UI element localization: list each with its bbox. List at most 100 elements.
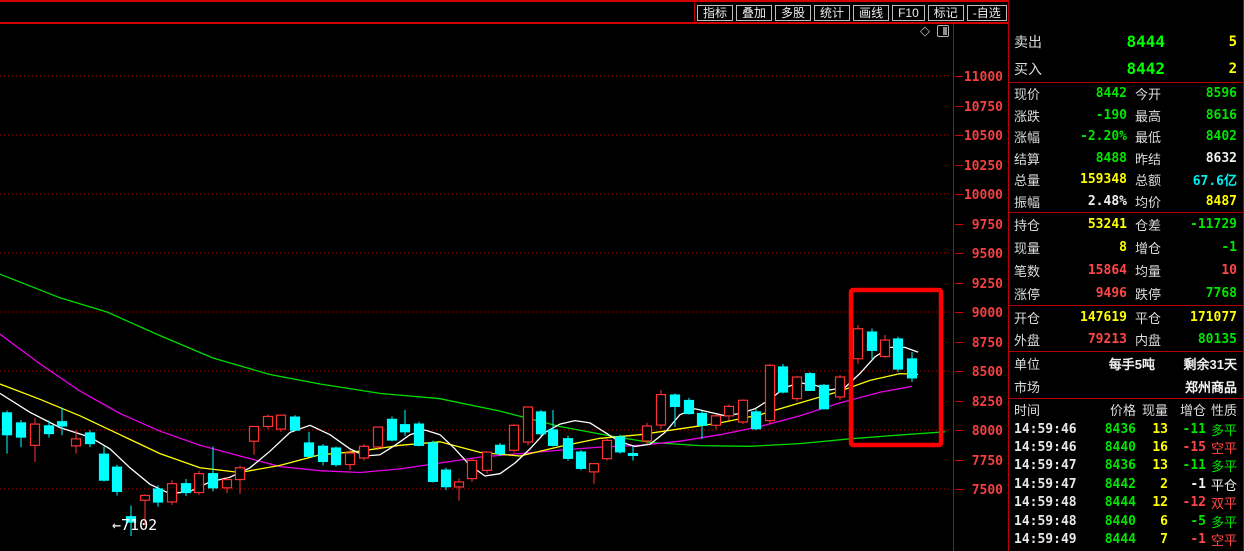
tick-row: 14:59:4784422-1平仓 bbox=[1009, 475, 1243, 493]
axis-tick bbox=[955, 76, 963, 77]
toolbar-button-画线[interactable]: 画线 bbox=[853, 5, 889, 21]
sell-row-qty: 5 bbox=[1165, 34, 1237, 50]
quote-value: 9496 bbox=[1061, 286, 1127, 301]
candle-body bbox=[17, 423, 26, 437]
candle-body bbox=[671, 395, 680, 406]
axis-tick bbox=[955, 312, 963, 313]
candle-body bbox=[360, 446, 369, 458]
candle-body bbox=[537, 412, 546, 434]
tick-oi-change: -1 bbox=[1168, 477, 1206, 492]
quote-row: 现量8增仓-1 bbox=[1009, 236, 1243, 259]
axis-tick bbox=[955, 430, 963, 431]
axis-label: 11000 bbox=[964, 71, 1003, 85]
candlestick-chart[interactable]: ←7102 ◇ bbox=[0, 24, 953, 551]
quote-value: 10 bbox=[1179, 263, 1237, 278]
toolbar-button-标记[interactable]: 标记 bbox=[928, 5, 964, 21]
axis-label: 8750 bbox=[972, 337, 1003, 351]
candle-body bbox=[195, 474, 204, 493]
candle-body bbox=[58, 422, 67, 426]
axis-tick bbox=[955, 253, 963, 254]
candle-body bbox=[429, 443, 438, 481]
quote-label: 振幅 bbox=[1014, 192, 1061, 211]
candle-body bbox=[698, 413, 707, 425]
buy-row[interactable]: 买入84422 bbox=[1009, 55, 1243, 82]
tick-time: 14:59:46 bbox=[1014, 422, 1084, 437]
quote-value: -190 bbox=[1061, 108, 1127, 123]
candle-body bbox=[291, 417, 300, 430]
tick-volume: 6 bbox=[1136, 514, 1168, 529]
quote-label: 现价 bbox=[1014, 84, 1061, 103]
tick-col-header: 性质 bbox=[1206, 400, 1237, 419]
candle-body bbox=[657, 395, 666, 425]
candle-body bbox=[908, 359, 917, 378]
axis-tick bbox=[955, 342, 963, 343]
quote-value: 8616 bbox=[1179, 108, 1237, 123]
buy-row-qty: 2 bbox=[1165, 61, 1237, 77]
quote-value: 53241 bbox=[1061, 217, 1127, 232]
axis-tick bbox=[955, 401, 963, 402]
tick-row: 14:59:47843613-11多平 bbox=[1009, 457, 1243, 475]
candle-body bbox=[86, 433, 95, 444]
toolbar-button-统计[interactable]: 统计 bbox=[814, 5, 850, 21]
quote-value: -1 bbox=[1179, 240, 1237, 255]
axis-label: 9500 bbox=[972, 248, 1003, 262]
candle-body bbox=[223, 480, 232, 488]
candle-body bbox=[629, 454, 638, 456]
quote-value: 159348 bbox=[1061, 172, 1127, 187]
quote-row: 外盘79213内盘80135 bbox=[1009, 329, 1243, 352]
tick-volume: 13 bbox=[1136, 458, 1168, 473]
chart-canvas[interactable]: ←7102 bbox=[0, 24, 953, 551]
quote-label: 增仓 bbox=[1127, 238, 1179, 257]
quote-section-positions: 持仓53241仓差-11729现量8增仓-1笔数15864均量10涨停9496跌… bbox=[1009, 213, 1243, 305]
candle-body bbox=[603, 440, 612, 458]
quote-value: 8487 bbox=[1179, 194, 1237, 209]
candle-body bbox=[836, 377, 845, 397]
quote-value: 147619 bbox=[1061, 310, 1127, 325]
quote-label: 均量 bbox=[1127, 261, 1179, 280]
axis-label: 9250 bbox=[972, 278, 1003, 292]
quote-label: 现量 bbox=[1014, 238, 1061, 257]
diamond-icon[interactable]: ◇ bbox=[920, 24, 930, 37]
tick-price: 8444 bbox=[1084, 495, 1136, 510]
toolbar-button-叠加[interactable]: 叠加 bbox=[736, 5, 772, 21]
candle-body bbox=[319, 446, 328, 461]
toolbar-button-F10[interactable]: F10 bbox=[892, 5, 925, 21]
quote-label: 结算 bbox=[1014, 149, 1061, 168]
candle-body bbox=[442, 470, 451, 487]
tick-volume: 12 bbox=[1136, 495, 1168, 510]
quote-label: 总额 bbox=[1127, 170, 1179, 189]
contract-info-row: 市场郑州商品 bbox=[1009, 375, 1243, 398]
candle-body bbox=[510, 425, 519, 450]
quote-panel: 卖出84445买入84422 现价8442今开8596涨跌-190最高8616涨… bbox=[1008, 0, 1244, 551]
axis-label: 7500 bbox=[972, 484, 1003, 498]
axis-label: 8500 bbox=[972, 366, 1003, 380]
quote-value: 8632 bbox=[1179, 151, 1237, 166]
tick-price: 8436 bbox=[1084, 458, 1136, 473]
quote-row: 涨跌-190最高8616 bbox=[1009, 105, 1243, 127]
sell-row[interactable]: 卖出84445 bbox=[1009, 28, 1243, 55]
axis-tick bbox=[955, 194, 963, 195]
quote-value: 8 bbox=[1061, 240, 1127, 255]
quote-label: 仓差 bbox=[1127, 215, 1179, 234]
candle-body bbox=[154, 489, 163, 502]
candle-body bbox=[401, 425, 410, 432]
tick-nature: 双平 bbox=[1206, 493, 1237, 512]
window-restore-icon[interactable] bbox=[937, 25, 949, 37]
tick-row: 14:59:46844016-15空平 bbox=[1009, 438, 1243, 456]
quote-value: 7768 bbox=[1179, 286, 1237, 301]
tick-volume: 13 bbox=[1136, 422, 1168, 437]
toolbar-button-指标[interactable]: 指标 bbox=[697, 5, 733, 21]
quote-value: 2.48% bbox=[1061, 194, 1127, 209]
candle-body bbox=[564, 439, 573, 459]
buy-row-label: 买入 bbox=[1014, 59, 1072, 79]
axis-label: 10750 bbox=[964, 101, 1003, 115]
tick-price: 8436 bbox=[1084, 422, 1136, 437]
tick-oi-change: -11 bbox=[1168, 458, 1206, 473]
tick-time: 14:59:46 bbox=[1014, 440, 1084, 455]
toolbar-divider bbox=[694, 2, 695, 22]
quote-label: 持仓 bbox=[1014, 215, 1061, 234]
toolbar-button--自选[interactable]: -自选 bbox=[967, 5, 1007, 21]
toolbar-button-多股[interactable]: 多股 bbox=[775, 5, 811, 21]
tick-nature: 空平 bbox=[1206, 530, 1237, 549]
quote-label: 跌停 bbox=[1127, 284, 1179, 303]
